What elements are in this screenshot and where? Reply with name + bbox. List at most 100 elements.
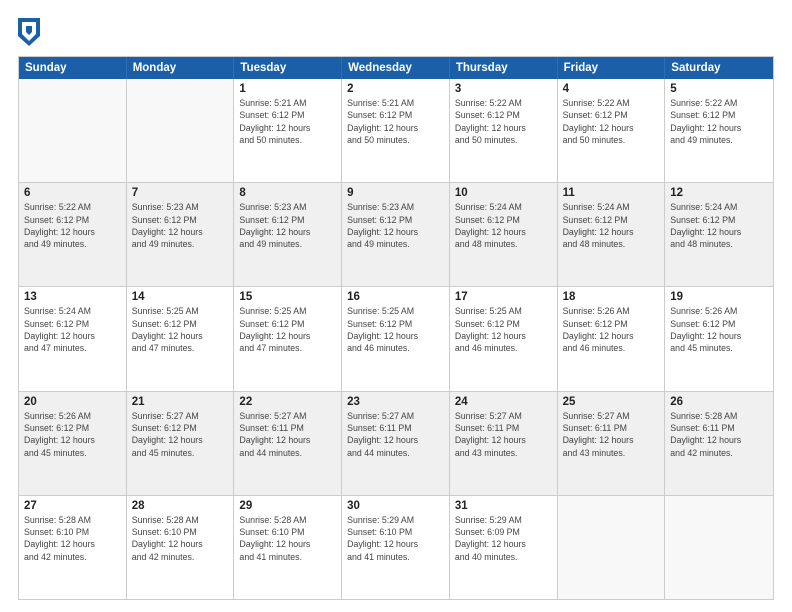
calendar-cell-3-3: 23Sunrise: 5:27 AM Sunset: 6:11 PM Dayli… — [342, 392, 450, 495]
calendar-cell-3-2: 22Sunrise: 5:27 AM Sunset: 6:11 PM Dayli… — [234, 392, 342, 495]
day-info: Sunrise: 5:28 AM Sunset: 6:11 PM Dayligh… — [670, 410, 768, 459]
day-info: Sunrise: 5:22 AM Sunset: 6:12 PM Dayligh… — [24, 201, 121, 250]
day-info: Sunrise: 5:23 AM Sunset: 6:12 PM Dayligh… — [347, 201, 444, 250]
day-number: 25 — [563, 396, 660, 408]
header-day-wednesday: Wednesday — [342, 57, 450, 79]
calendar-cell-0-0 — [19, 79, 127, 182]
calendar-row-2: 13 Sunrise: 5:24 AM Sunset: 6:12 PM Dayli… — [19, 286, 773, 390]
day-number: 30 — [347, 500, 444, 512]
header-day-friday: Friday — [558, 57, 666, 79]
calendar-cell-4-1: 28 Sunrise: 5:28 AM Sunset: 6:10 PM Dayli… — [127, 496, 235, 599]
calendar-cell-3-4: 24 Sunrise: 5:27 AM Sunset: 6:11 PM Dayli… — [450, 392, 558, 495]
day-number: 3 — [455, 83, 552, 95]
calendar-cell-1-6: 12Sunrise: 5:24 AM Sunset: 6:12 PM Dayli… — [665, 183, 773, 286]
day-info: Sunrise: 5:29 AM Sunset: 6:09 PM Dayligh… — [455, 514, 552, 563]
day-number: 7 — [132, 187, 229, 199]
day-number: 31 — [455, 500, 552, 512]
day-number: 21 — [132, 396, 229, 408]
day-number: 24 — [455, 396, 552, 408]
calendar-cell-0-4: 3 Sunrise: 5:22 AM Sunset: 6:12 PM Daylig… — [450, 79, 558, 182]
day-number: 5 — [670, 83, 768, 95]
calendar: SundayMondayTuesdayWednesdayThursdayFrid… — [18, 56, 774, 600]
calendar-cell-4-3: 30 Sunrise: 5:29 AM Sunset: 6:10 PM Dayli… — [342, 496, 450, 599]
day-number: 4 — [563, 83, 660, 95]
day-number: 16 — [347, 291, 444, 303]
calendar-cell-0-5: 4 Sunrise: 5:22 AM Sunset: 6:12 PM Daylig… — [558, 79, 666, 182]
calendar-cell-4-4: 31 Sunrise: 5:29 AM Sunset: 6:09 PM Dayli… — [450, 496, 558, 599]
calendar-cell-3-6: 26 Sunrise: 5:28 AM Sunset: 6:11 PM Dayli… — [665, 392, 773, 495]
day-number: 26 — [670, 396, 768, 408]
day-number: 10 — [455, 187, 552, 199]
day-info: Sunrise: 5:26 AM Sunset: 6:12 PM Dayligh… — [24, 410, 121, 459]
calendar-cell-4-5 — [558, 496, 666, 599]
calendar-cell-2-1: 14 Sunrise: 5:25 AM Sunset: 6:12 PM Dayli… — [127, 287, 235, 390]
calendar-cell-2-3: 16Sunrise: 5:25 AM Sunset: 6:12 PM Dayli… — [342, 287, 450, 390]
day-info: Sunrise: 5:28 AM Sunset: 6:10 PM Dayligh… — [24, 514, 121, 563]
day-number: 12 — [670, 187, 768, 199]
day-number: 14 — [132, 291, 229, 303]
calendar-cell-2-2: 15 Sunrise: 5:25 AM Sunset: 6:12 PM Dayli… — [234, 287, 342, 390]
calendar-cell-2-6: 19 Sunrise: 5:26 AM Sunset: 6:12 PM Dayli… — [665, 287, 773, 390]
day-info: Sunrise: 5:27 AM Sunset: 6:12 PM Dayligh… — [132, 410, 229, 459]
day-number: 15 — [239, 291, 336, 303]
logo-icon — [18, 18, 40, 46]
calendar-row-3: 20 Sunrise: 5:26 AM Sunset: 6:12 PM Dayli… — [19, 391, 773, 495]
day-info: Sunrise: 5:24 AM Sunset: 6:12 PM Dayligh… — [24, 305, 121, 354]
calendar-cell-3-1: 21 Sunrise: 5:27 AM Sunset: 6:12 PM Dayli… — [127, 392, 235, 495]
day-info: Sunrise: 5:22 AM Sunset: 6:12 PM Dayligh… — [670, 97, 768, 146]
day-number: 11 — [563, 187, 660, 199]
day-info: Sunrise: 5:24 AM Sunset: 6:12 PM Dayligh… — [455, 201, 552, 250]
calendar-cell-3-5: 25 Sunrise: 5:27 AM Sunset: 6:11 PM Dayli… — [558, 392, 666, 495]
calendar-row-1: 6Sunrise: 5:22 AM Sunset: 6:12 PM Daylig… — [19, 182, 773, 286]
calendar-cell-2-0: 13 Sunrise: 5:24 AM Sunset: 6:12 PM Dayli… — [19, 287, 127, 390]
calendar-cell-3-0: 20 Sunrise: 5:26 AM Sunset: 6:12 PM Dayli… — [19, 392, 127, 495]
day-info: Sunrise: 5:27 AM Sunset: 6:11 PM Dayligh… — [563, 410, 660, 459]
calendar-cell-0-2: 1 Sunrise: 5:21 AM Sunset: 6:12 PM Daylig… — [234, 79, 342, 182]
header-day-tuesday: Tuesday — [234, 57, 342, 79]
header-day-thursday: Thursday — [450, 57, 558, 79]
header-day-sunday: Sunday — [19, 57, 127, 79]
day-info: Sunrise: 5:26 AM Sunset: 6:12 PM Dayligh… — [670, 305, 768, 354]
calendar-cell-4-0: 27 Sunrise: 5:28 AM Sunset: 6:10 PM Dayli… — [19, 496, 127, 599]
day-number: 18 — [563, 291, 660, 303]
calendar-cell-1-0: 6Sunrise: 5:22 AM Sunset: 6:12 PM Daylig… — [19, 183, 127, 286]
day-info: Sunrise: 5:22 AM Sunset: 6:12 PM Dayligh… — [455, 97, 552, 146]
calendar-cell-1-2: 8Sunrise: 5:23 AM Sunset: 6:12 PM Daylig… — [234, 183, 342, 286]
calendar-row-4: 27 Sunrise: 5:28 AM Sunset: 6:10 PM Dayli… — [19, 495, 773, 599]
day-info: Sunrise: 5:21 AM Sunset: 6:12 PM Dayligh… — [347, 97, 444, 146]
calendar-cell-2-5: 18Sunrise: 5:26 AM Sunset: 6:12 PM Dayli… — [558, 287, 666, 390]
day-info: Sunrise: 5:22 AM Sunset: 6:12 PM Dayligh… — [563, 97, 660, 146]
day-info: Sunrise: 5:23 AM Sunset: 6:12 PM Dayligh… — [132, 201, 229, 250]
calendar-cell-0-3: 2 Sunrise: 5:21 AM Sunset: 6:12 PM Daylig… — [342, 79, 450, 182]
day-number: 9 — [347, 187, 444, 199]
day-number: 29 — [239, 500, 336, 512]
calendar-cell-1-4: 10 Sunrise: 5:24 AM Sunset: 6:12 PM Dayli… — [450, 183, 558, 286]
day-number: 20 — [24, 396, 121, 408]
day-info: Sunrise: 5:23 AM Sunset: 6:12 PM Dayligh… — [239, 201, 336, 250]
calendar-cell-1-3: 9 Sunrise: 5:23 AM Sunset: 6:12 PM Daylig… — [342, 183, 450, 286]
day-number: 27 — [24, 500, 121, 512]
day-number: 19 — [670, 291, 768, 303]
day-number: 22 — [239, 396, 336, 408]
day-info: Sunrise: 5:27 AM Sunset: 6:11 PM Dayligh… — [455, 410, 552, 459]
day-info: Sunrise: 5:25 AM Sunset: 6:12 PM Dayligh… — [239, 305, 336, 354]
calendar-cell-0-1 — [127, 79, 235, 182]
day-info: Sunrise: 5:25 AM Sunset: 6:12 PM Dayligh… — [455, 305, 552, 354]
day-number: 28 — [132, 500, 229, 512]
day-number: 2 — [347, 83, 444, 95]
header-day-saturday: Saturday — [665, 57, 773, 79]
day-info: Sunrise: 5:28 AM Sunset: 6:10 PM Dayligh… — [132, 514, 229, 563]
day-info: Sunrise: 5:21 AM Sunset: 6:12 PM Dayligh… — [239, 97, 336, 146]
calendar-cell-4-6 — [665, 496, 773, 599]
day-info: Sunrise: 5:29 AM Sunset: 6:10 PM Dayligh… — [347, 514, 444, 563]
day-number: 1 — [239, 83, 336, 95]
calendar-cell-0-6: 5 Sunrise: 5:22 AM Sunset: 6:12 PM Daylig… — [665, 79, 773, 182]
day-info: Sunrise: 5:25 AM Sunset: 6:12 PM Dayligh… — [132, 305, 229, 354]
day-number: 13 — [24, 291, 121, 303]
day-number: 23 — [347, 396, 444, 408]
page: SundayMondayTuesdayWednesdayThursdayFrid… — [0, 0, 792, 612]
calendar-header: SundayMondayTuesdayWednesdayThursdayFrid… — [19, 57, 773, 79]
calendar-cell-4-2: 29Sunrise: 5:28 AM Sunset: 6:10 PM Dayli… — [234, 496, 342, 599]
logo — [18, 18, 42, 46]
calendar-row-0: 1 Sunrise: 5:21 AM Sunset: 6:12 PM Daylig… — [19, 79, 773, 182]
